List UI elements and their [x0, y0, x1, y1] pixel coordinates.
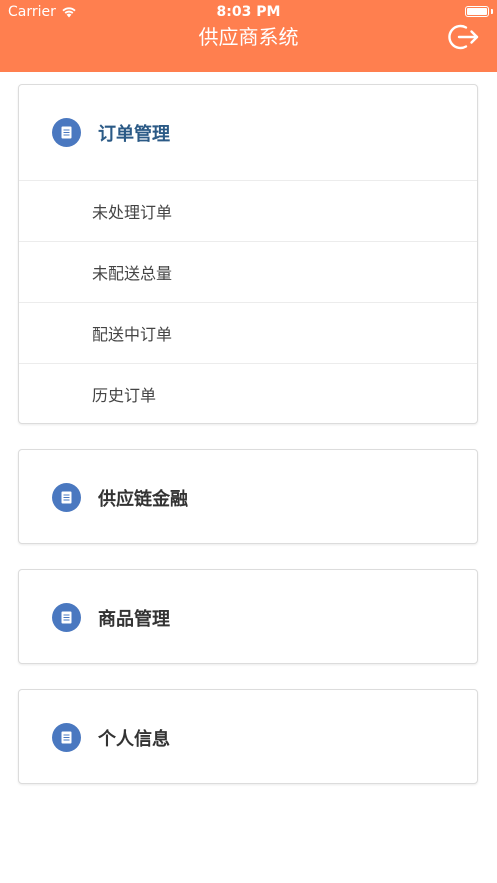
- nav-bar: Carrier 8:03 PM 供应商系统: [0, 0, 497, 72]
- battery-level: [467, 8, 487, 15]
- submenu-item-unprocessed-orders[interactable]: 未处理订单: [19, 180, 477, 241]
- menu-title-orders: 订单管理: [98, 123, 170, 145]
- logout-icon: [448, 24, 479, 50]
- document-icon: [52, 483, 81, 512]
- battery-cap: [491, 9, 493, 14]
- menu-title-personal-info: 个人信息: [98, 728, 170, 750]
- logout-button[interactable]: [447, 22, 481, 52]
- battery-icon: [465, 6, 489, 17]
- document-icon: [52, 723, 81, 752]
- menu-title-supply-chain-finance: 供应链金融: [98, 488, 188, 510]
- document-icon: [52, 118, 81, 147]
- submenu-item-delivering-orders[interactable]: 配送中订单: [19, 302, 477, 363]
- menu-card-orders: 订单管理 未处理订单 未配送总量 配送中订单 历史订单: [18, 84, 478, 424]
- menu-title-product-management: 商品管理: [98, 608, 170, 630]
- menu-header-supply-chain-finance[interactable]: 供应链金融: [19, 450, 477, 545]
- page-title: 供应商系统: [198, 25, 299, 49]
- menu-header-product-management[interactable]: 商品管理: [19, 570, 477, 665]
- menu-card-product-management: 商品管理: [18, 569, 478, 664]
- status-time: 8:03 PM: [216, 4, 281, 20]
- menu-card-personal-info: 个人信息: [18, 689, 478, 784]
- menu-header-orders[interactable]: 订单管理: [19, 85, 477, 180]
- status-bar: Carrier 8:03 PM: [0, 0, 497, 24]
- submenu-item-undelivered-total[interactable]: 未配送总量: [19, 241, 477, 302]
- app-root: Carrier 8:03 PM 供应商系统 订单管理 未处理订单 未配送总量 配…: [0, 0, 497, 883]
- submenu-item-order-history[interactable]: 历史订单: [19, 363, 477, 424]
- menu-card-supply-chain-finance: 供应链金融: [18, 449, 478, 544]
- document-icon: [52, 603, 81, 632]
- menu-header-personal-info[interactable]: 个人信息: [19, 690, 477, 785]
